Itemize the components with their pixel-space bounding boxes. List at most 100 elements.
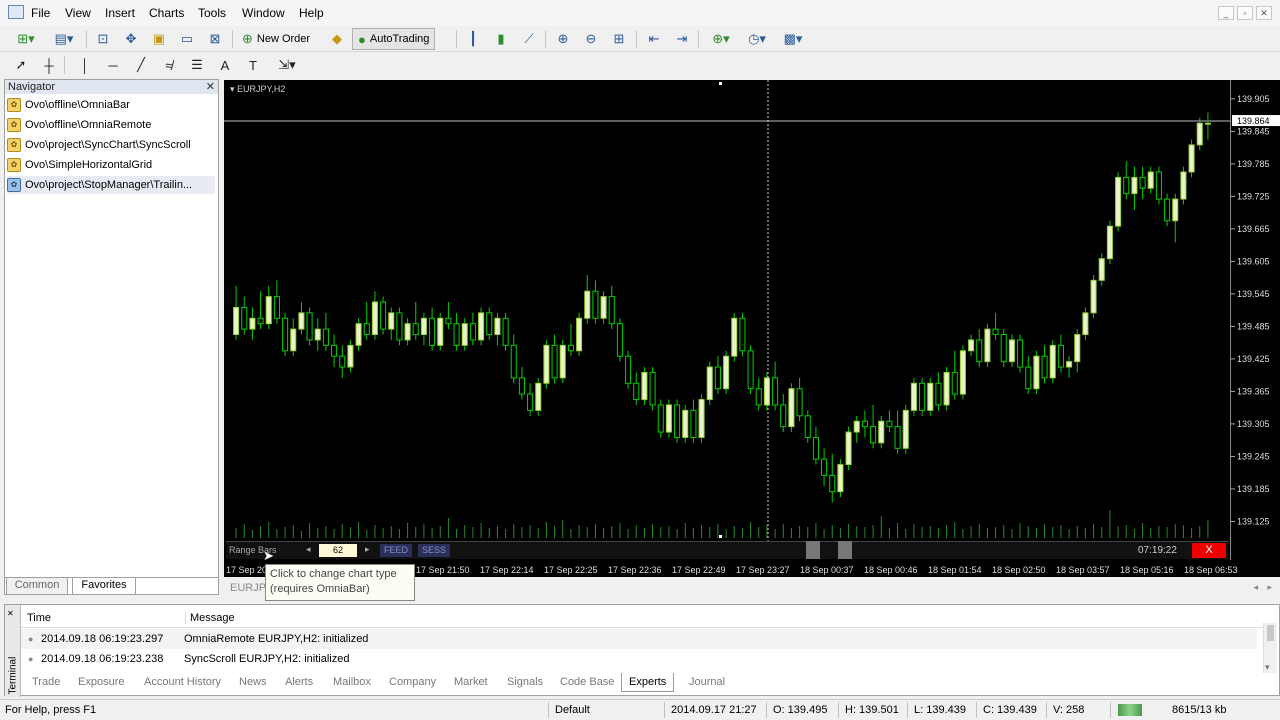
- tab-account-history[interactable]: Account History: [142, 673, 223, 692]
- new-chart-icon[interactable]: ⊞▾: [10, 29, 42, 49]
- line-chart-icon[interactable]: ⟋: [518, 29, 540, 49]
- candle-body: [763, 377, 770, 406]
- close-bar-button[interactable]: X: [1192, 543, 1226, 558]
- navigator-item[interactable]: ✿ Ovo\project\StopManager\Trailin...: [7, 176, 215, 194]
- decrease-arrow-icon[interactable]: ◂: [306, 544, 311, 555]
- chart-shift-icon[interactable]: ⇥: [671, 29, 693, 49]
- candle-body: [339, 355, 346, 368]
- candle-body: [861, 420, 868, 428]
- vertical-line-icon[interactable]: │: [74, 55, 96, 75]
- menu-help[interactable]: Help: [299, 6, 324, 20]
- terminal-tabs: Trade Exposure Account History News Aler…: [20, 673, 1270, 693]
- indicators-icon[interactable]: ⊕▾: [705, 29, 737, 49]
- navigator-item[interactable]: ✿ Ovo\offline\OmniaRemote: [7, 116, 151, 134]
- navigator-item[interactable]: ✿ Ovo\offline\OmniaBar: [7, 96, 130, 114]
- candle-body: [551, 344, 558, 379]
- scroll-handle-left[interactable]: [806, 541, 820, 559]
- sess-button[interactable]: SESS: [418, 544, 450, 557]
- tabs-scroll-left-icon[interactable]: ◂: [1253, 582, 1258, 593]
- navigator-item[interactable]: ✿ Ovo\project\SyncChart\SyncScroll: [7, 136, 191, 154]
- tab-trade[interactable]: Trade: [30, 673, 62, 692]
- candle-body: [1196, 122, 1203, 146]
- candle-body: [870, 426, 877, 444]
- feed-button[interactable]: FEED: [380, 544, 412, 557]
- range-value-field[interactable]: 62: [319, 544, 357, 557]
- profiles-icon[interactable]: ▤▾: [48, 29, 80, 49]
- script-icon: ✿: [7, 178, 21, 192]
- menu-insert[interactable]: Insert: [105, 6, 135, 20]
- bar-chart-icon[interactable]: ┃: [462, 29, 484, 49]
- candlestick-chart[interactable]: [224, 80, 1230, 560]
- terminal-close-icon[interactable]: ✕: [7, 609, 14, 618]
- navigator-icon[interactable]: ▣: [148, 29, 170, 49]
- terminal-icon[interactable]: ▭: [176, 29, 198, 49]
- scroll-handle-right[interactable]: [838, 541, 852, 559]
- candle-body: [959, 350, 966, 395]
- navigator-item[interactable]: ✿ Ovo\SimpleHorizontalGrid: [7, 156, 152, 174]
- menu-charts[interactable]: Charts: [149, 6, 184, 20]
- status-separator: [766, 702, 767, 718]
- minimize-button[interactable]: _: [1218, 6, 1234, 20]
- navigator-close-icon[interactable]: ✕: [206, 80, 215, 93]
- close-button[interactable]: ✕: [1256, 6, 1272, 20]
- menu-view[interactable]: View: [65, 6, 91, 20]
- candle-body: [363, 323, 370, 336]
- scrollbar-thumb[interactable]: [1267, 625, 1274, 641]
- tab-experts[interactable]: Experts: [621, 673, 675, 692]
- crosshair-icon[interactable]: ┼: [38, 55, 60, 75]
- scroll-down-icon[interactable]: ▾: [1265, 662, 1270, 673]
- tabs-scroll-right-icon[interactable]: ▸: [1267, 582, 1272, 593]
- text-label-icon[interactable]: T: [242, 55, 264, 75]
- menu-tools[interactable]: Tools: [198, 6, 226, 20]
- tab-news[interactable]: News: [237, 673, 269, 692]
- tab-common[interactable]: Common: [6, 578, 68, 595]
- tab-alerts[interactable]: Alerts: [283, 673, 315, 692]
- fibonacci-icon[interactable]: ☰: [186, 55, 208, 75]
- candle-body: [1147, 171, 1154, 189]
- autotrading-button[interactable]: ● AutoTrading: [352, 28, 436, 50]
- candle-body: [429, 317, 436, 346]
- data-window-icon[interactable]: ✥: [120, 29, 142, 49]
- menu-file[interactable]: File: [31, 6, 50, 20]
- terminal-scrollbar[interactable]: ▾: [1263, 623, 1277, 673]
- candlestick-icon[interactable]: ▮: [490, 29, 512, 49]
- periods-icon[interactable]: ◷▾: [741, 29, 773, 49]
- price-chart[interactable]: [224, 80, 1230, 560]
- log-row[interactable]: ● 2014.09.18 06:19:23.238 SyncScroll EUR…: [21, 649, 1257, 669]
- strategy-tester-icon[interactable]: ⊠: [204, 29, 226, 49]
- restore-button[interactable]: ▫: [1237, 6, 1253, 20]
- arrows-icon[interactable]: ⇲▾: [272, 55, 302, 75]
- tooltip-line1: Click to change chart type: [270, 568, 397, 580]
- metaeditor-icon[interactable]: ◆: [326, 29, 348, 49]
- trendline-icon[interactable]: ╱: [130, 55, 152, 75]
- templates-icon[interactable]: ▩▾: [777, 29, 809, 49]
- market-watch-icon[interactable]: ⊡: [92, 29, 114, 49]
- chart-tab[interactable]: EURJP: [230, 582, 266, 594]
- tab-market[interactable]: Market: [452, 673, 490, 692]
- menu-window[interactable]: Window: [242, 6, 285, 20]
- tab-company[interactable]: Company: [387, 673, 438, 692]
- increase-arrow-icon[interactable]: ▸: [365, 544, 370, 555]
- column-time[interactable]: Time: [27, 612, 51, 624]
- new-order-button[interactable]: ⊕ New Order: [236, 28, 316, 50]
- auto-scroll-icon[interactable]: ⇤: [643, 29, 665, 49]
- tab-favorites[interactable]: Favorites: [72, 578, 136, 595]
- candle-body: [1123, 176, 1130, 195]
- column-message[interactable]: Message: [185, 612, 235, 624]
- horizontal-line-icon[interactable]: ─: [102, 55, 124, 75]
- tab-exposure[interactable]: Exposure: [76, 673, 126, 692]
- tab-mailbox[interactable]: Mailbox: [331, 673, 373, 692]
- text-icon[interactable]: A: [214, 55, 236, 75]
- zoom-out-icon[interactable]: ⊖: [580, 29, 602, 49]
- log-row[interactable]: ● 2014.09.18 06:19:23.297 OmniaRemote EU…: [21, 629, 1257, 649]
- tab-journal[interactable]: Journal: [687, 673, 727, 692]
- navigator-header: Navigator: [5, 80, 218, 94]
- new-order-label: New Order: [256, 33, 311, 45]
- equidistant-channel-icon[interactable]: ≉: [158, 55, 180, 75]
- cursor-icon[interactable]: ➚: [10, 55, 32, 75]
- tile-windows-icon[interactable]: ⊞: [608, 29, 630, 49]
- tab-code-base[interactable]: Code Base: [558, 673, 616, 692]
- tab-signals[interactable]: Signals: [505, 673, 545, 692]
- autotrading-label: AutoTrading: [369, 33, 430, 45]
- zoom-in-icon[interactable]: ⊕: [552, 29, 574, 49]
